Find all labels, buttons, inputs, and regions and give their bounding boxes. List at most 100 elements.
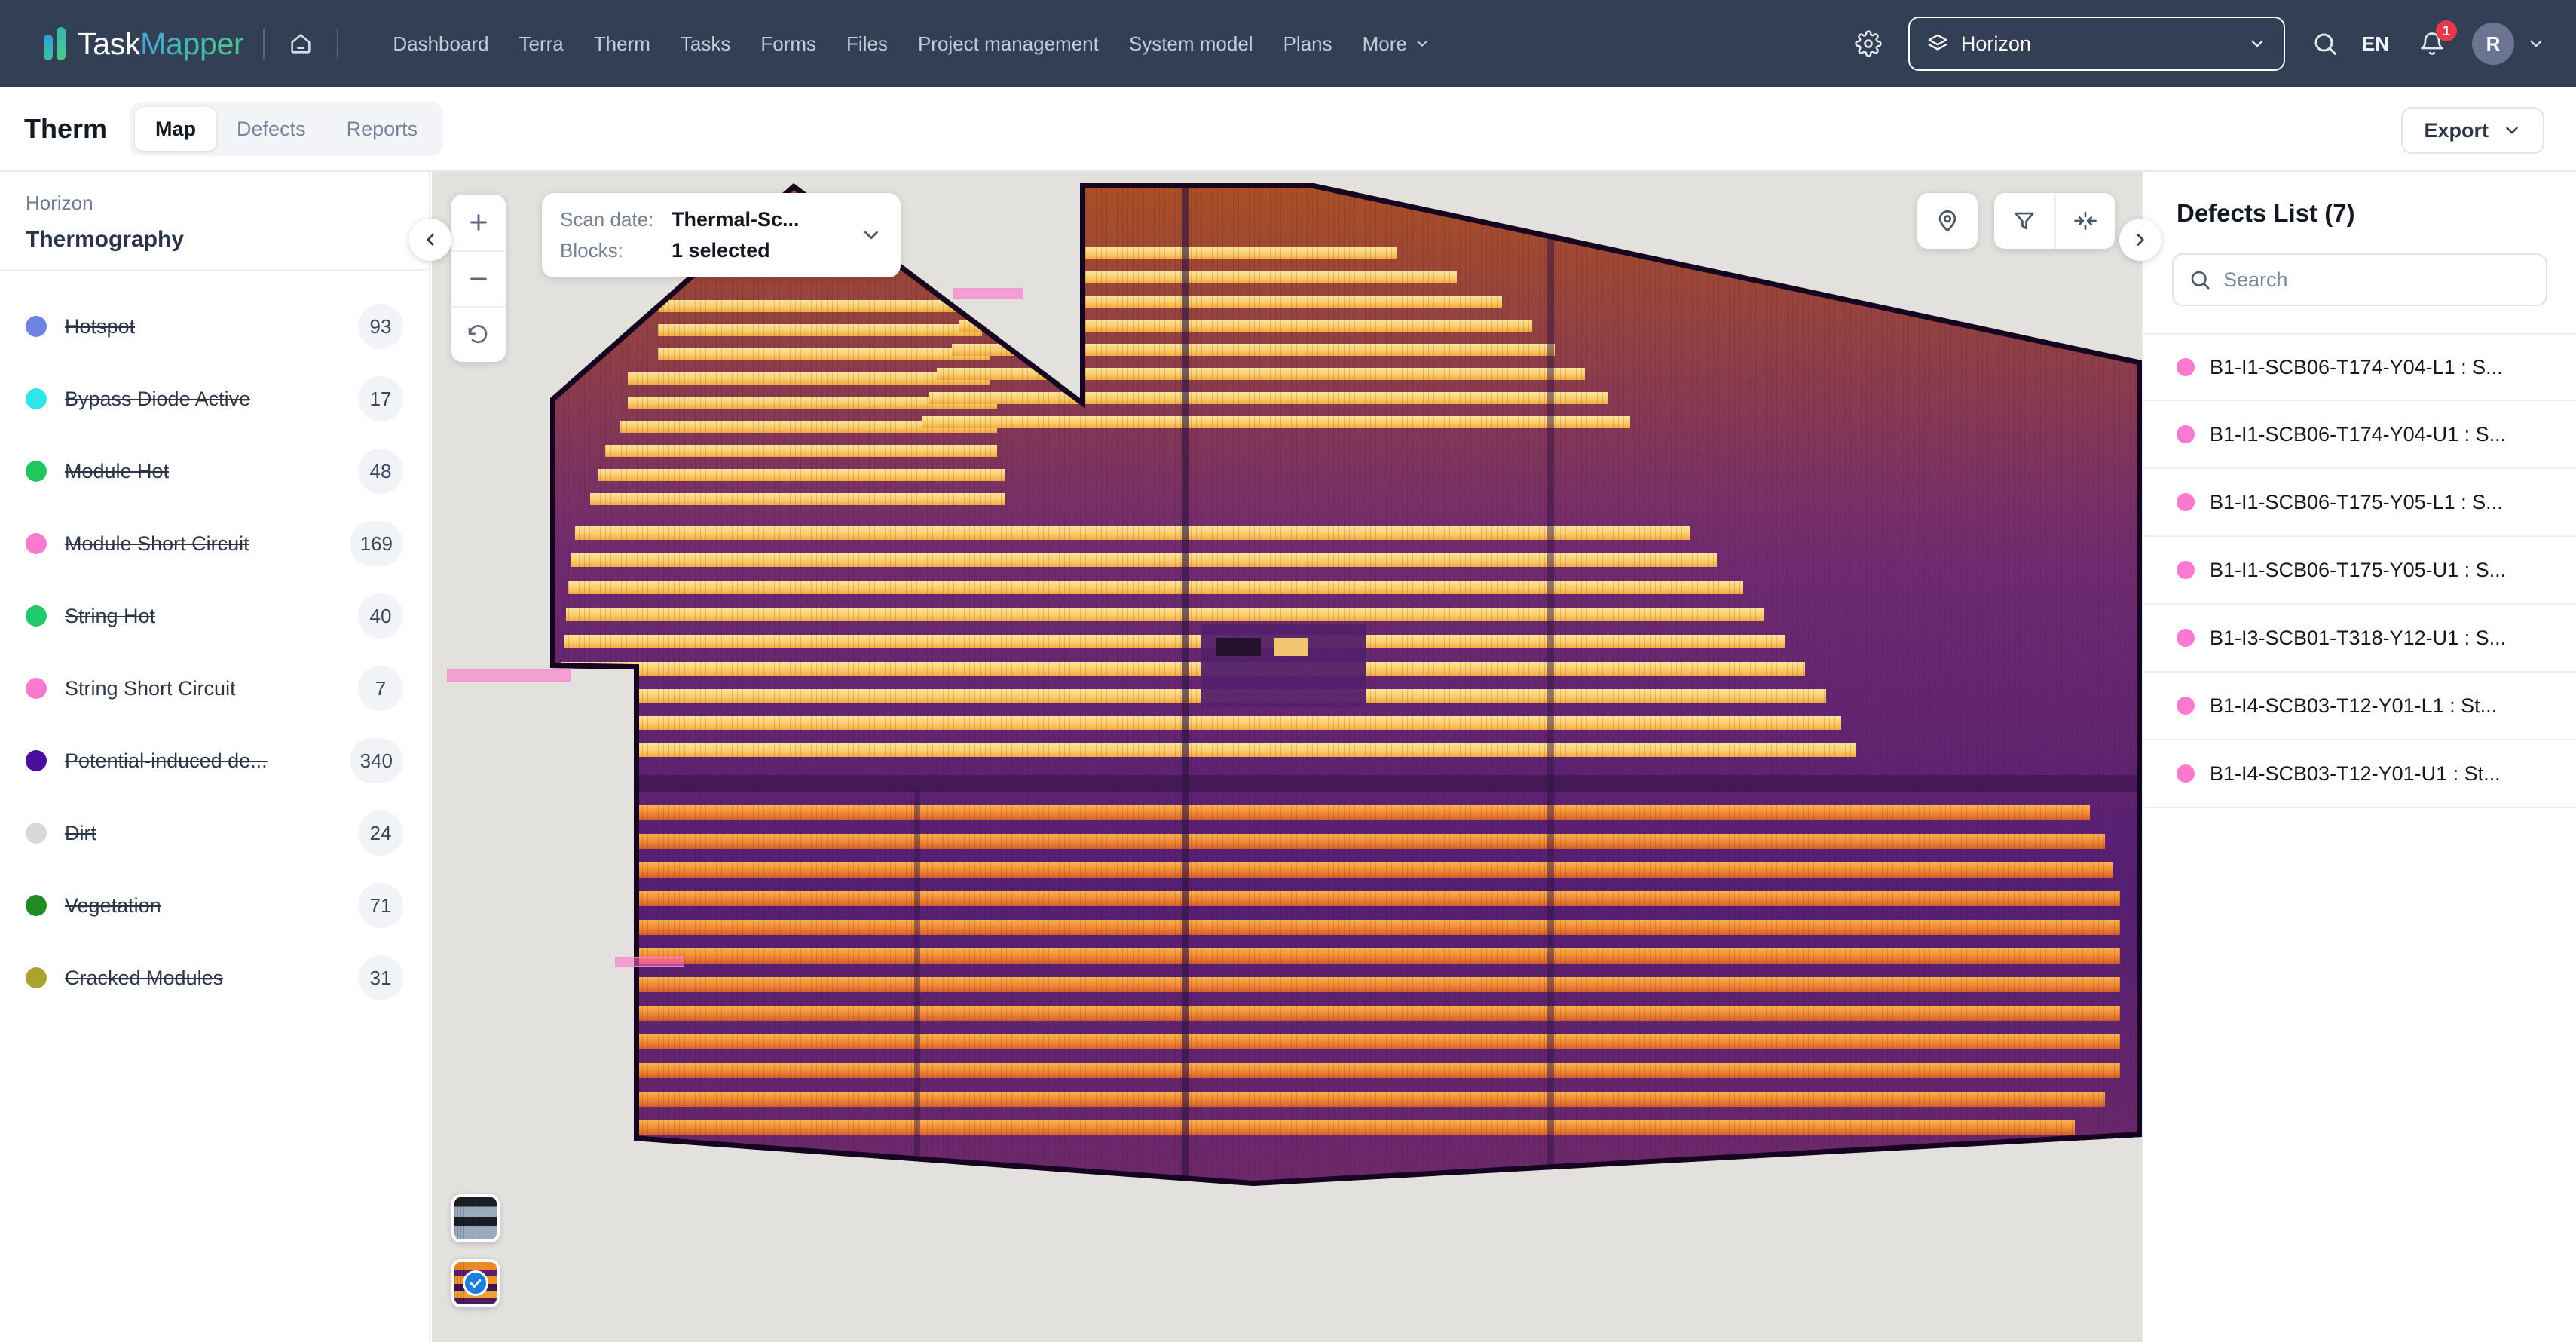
legend-label: Vegetation: [65, 893, 161, 917]
rgb-layer-thumbnail[interactable]: [451, 1194, 500, 1242]
nav-label: Files: [846, 32, 888, 55]
sidebar-project-name: Horizon: [26, 191, 93, 214]
legend-item-bypass-diode-active[interactable]: Bypass Diode Active 17: [0, 363, 429, 435]
defect-type-legend: Hotspot 93 Bypass Diode Active 17 Module…: [0, 271, 429, 1014]
legend-item-module-short-circuit[interactable]: Module Short Circuit 169: [0, 507, 429, 580]
tab-map[interactable]: Map: [135, 107, 217, 151]
scan-info-card[interactable]: Scan date: Thermal-Sc... Blocks: 1 selec…: [542, 193, 901, 277]
zoom-in-icon[interactable]: [451, 195, 506, 250]
legend-label: Dirt: [65, 821, 96, 844]
defect-label: B1-I4-SCB03-T12-Y01-U1 : St...: [2210, 761, 2501, 785]
thermal-layer-thumbnail[interactable]: [451, 1259, 500, 1307]
gear-icon[interactable]: [1848, 23, 1889, 64]
home-icon[interactable]: [284, 27, 317, 60]
nav-item-system-model[interactable]: System model: [1114, 25, 1268, 63]
legend-label: String Short Circuit: [65, 676, 236, 700]
search-input[interactable]: [2223, 268, 2531, 292]
nav-item-terra[interactable]: Terra: [504, 25, 579, 63]
legend-color-dot: [26, 461, 47, 482]
nav-item-dashboard[interactable]: Dashboard: [378, 25, 503, 63]
app-logo[interactable]: TaskMapper: [44, 26, 244, 62]
legend-item-vegetation[interactable]: Vegetation 71: [0, 869, 429, 942]
blocks-value: 1 selected: [672, 239, 770, 262]
chevron-down-icon[interactable]: [860, 224, 883, 247]
layers-icon: [1928, 34, 1947, 51]
zoom-out-icon[interactable]: [451, 250, 506, 306]
defect-marker[interactable]: [447, 669, 571, 682]
notifications-button[interactable]: 1: [2412, 20, 2457, 64]
collapse-horizontal-icon[interactable]: [2054, 193, 2115, 249]
thermal-map-viewport[interactable]: Scan date: Thermal-Sc... Blocks: 1 selec…: [432, 172, 2142, 1342]
legend-count: 71: [358, 883, 403, 928]
legend-color-dot: [26, 316, 47, 337]
map-pin-icon[interactable]: [1917, 193, 1978, 249]
defect-label: B1-I1-SCB06-T174-Y04-L1 : S...: [2210, 355, 2503, 378]
nav-label: Tasks: [680, 32, 731, 55]
defect-list-item[interactable]: B1-I1-SCB06-T175-Y05-U1 : S...: [2143, 537, 2576, 605]
defect-list-item[interactable]: B1-I4-SCB03-T12-Y01-L1 : St...: [2143, 673, 2576, 740]
page-title: Therm: [24, 113, 108, 144]
chevron-down-icon[interactable]: [2526, 34, 2546, 54]
nav-label: Therm: [593, 32, 650, 55]
language-selector[interactable]: EN: [2345, 32, 2406, 56]
legend-label: Hotspot: [65, 314, 136, 338]
nav-item-project-management[interactable]: Project management: [903, 25, 1114, 63]
export-button[interactable]: Export: [2401, 107, 2544, 154]
defect-list-item[interactable]: B1-I4-SCB03-T12-Y01-U1 : St...: [2143, 740, 2576, 808]
tab-defects[interactable]: Defects: [216, 107, 326, 151]
nav-item-more[interactable]: More: [1348, 25, 1446, 63]
defect-color-dot: [2177, 425, 2195, 443]
defect-color-dot: [2177, 358, 2195, 376]
tab-reports[interactable]: Reports: [326, 107, 439, 151]
chevron-down-icon: [1417, 41, 1427, 47]
nav-item-forms[interactable]: Forms: [745, 25, 831, 63]
blocks-label: Blocks:: [560, 239, 623, 262]
primary-nav: Dashboard Terra Therm Tasks Forms Files …: [378, 25, 1446, 63]
legend-count: 24: [358, 810, 403, 856]
view-tabs: Map Defects Reports: [130, 102, 444, 156]
legend-item-string-short-circuit[interactable]: String Short Circuit 7: [0, 652, 429, 725]
search-icon: [2191, 271, 2210, 290]
legend-count: 17: [358, 376, 403, 421]
defect-color-dot: [2177, 697, 2195, 715]
nav-item-plans[interactable]: Plans: [1268, 25, 1348, 63]
legend-item-module-hot[interactable]: Module Hot 48: [0, 435, 429, 507]
defect-list-item[interactable]: B1-I1-SCB06-T175-Y05-L1 : S...: [2143, 469, 2576, 537]
defect-list-item[interactable]: B1-I3-SCB01-T318-Y12-U1 : S...: [2143, 605, 2576, 673]
defect-label: B1-I1-SCB06-T175-Y05-U1 : S...: [2210, 558, 2507, 581]
nav-divider-left: [263, 29, 265, 59]
avatar[interactable]: R: [2472, 23, 2514, 65]
project-selector[interactable]: Horizon: [1908, 17, 2285, 71]
defect-color-dot: [2177, 764, 2195, 783]
legend-color-dot: [26, 605, 47, 627]
defect-marker[interactable]: [953, 288, 1023, 299]
reset-view-icon[interactable]: [451, 306, 506, 362]
defects-panel-collapse-button[interactable]: [2119, 219, 2161, 261]
legend-item-string-hot[interactable]: String Hot 40: [0, 580, 429, 652]
defects-list-title: Defects List (7): [2177, 199, 2355, 227]
scan-date-value: Thermal-Sc...: [672, 208, 800, 231]
defect-list-item[interactable]: B1-I1-SCB06-T174-Y04-L1 : S...: [2143, 333, 2576, 401]
notification-count-badge: 1: [2436, 20, 2457, 41]
search-icon[interactable]: [2305, 23, 2345, 64]
defect-marker[interactable]: [615, 957, 684, 967]
nav-item-tasks[interactable]: Tasks: [665, 25, 745, 63]
filter-icon[interactable]: [1994, 193, 2054, 249]
legend-color-dot: [26, 388, 47, 409]
nav-item-therm[interactable]: Therm: [579, 25, 665, 63]
legend-count: 31: [358, 955, 403, 1000]
legend-color-dot: [26, 750, 47, 771]
nav-item-files[interactable]: Files: [831, 25, 903, 63]
legend-item-dirt[interactable]: Dirt 24: [0, 797, 429, 869]
defect-label: B1-I1-SCB06-T174-Y04-U1 : S...: [2210, 422, 2507, 446]
defects-search-field[interactable]: [2172, 253, 2547, 306]
sidebar-collapse-button[interactable]: [409, 219, 451, 261]
legend-color-dot: [26, 895, 47, 916]
basemap-layer-switcher: [451, 1194, 500, 1324]
legend-item-hotspot[interactable]: Hotspot 93: [0, 290, 429, 363]
defect-label: B1-I3-SCB01-T318-Y12-U1 : S...: [2210, 626, 2507, 649]
nav-divider-right: [337, 29, 339, 59]
legend-item-cracked-modules[interactable]: Cracked Modules 31: [0, 942, 429, 1014]
defect-list-item[interactable]: B1-I1-SCB06-T174-Y04-U1 : S...: [2143, 401, 2576, 469]
legend-item-potential-induced-degradation[interactable]: Potential-induced de... 340: [0, 725, 429, 797]
